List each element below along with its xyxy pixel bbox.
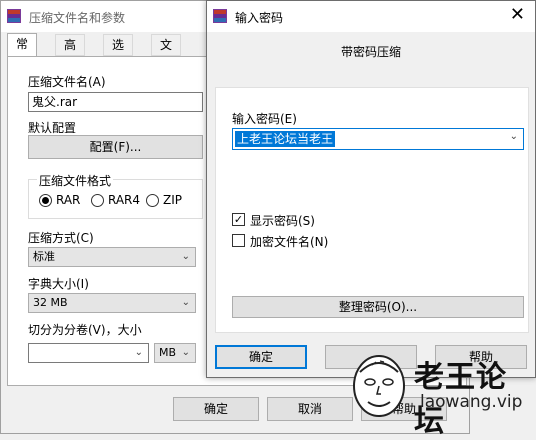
password-label: 输入密码(E) — [232, 112, 297, 126]
watermark-url: laowang.vip — [420, 392, 523, 412]
split-size-input[interactable]: ⌄ — [28, 343, 149, 363]
dialog-title-bar: 输入密码 ✕ — [207, 1, 535, 32]
format-rar4-radio[interactable] — [91, 194, 104, 207]
compression-method-select[interactable]: 标准 ⌄ — [28, 247, 196, 267]
chevron-down-icon: ⌄ — [134, 347, 143, 358]
chevron-down-icon: ⌄ — [181, 347, 190, 358]
format-rar-radio[interactable] — [39, 194, 52, 207]
compression-method-label: 压缩方式(C) — [28, 231, 94, 245]
dictionary-size-select[interactable]: 32 MB ⌄ — [28, 293, 196, 313]
encrypt-names-checkbox[interactable] — [232, 234, 245, 247]
password-panel: 输入密码(E) 上老王论坛当老王 ⌄ ✓ 显示密码(S) 加密文件名(N) 整理… — [215, 87, 529, 333]
dictionary-size-value: 32 MB — [33, 296, 68, 309]
split-unit-value: MB — [159, 346, 177, 359]
winrar-icon — [213, 9, 227, 23]
chevron-down-icon[interactable]: ⌄ — [510, 131, 518, 142]
password-value: 上老王论坛当老王 — [235, 131, 336, 147]
format-zip-label: ZIP — [163, 193, 182, 207]
tab-general[interactable]: 常规 — [7, 33, 38, 72]
winrar-icon — [7, 9, 21, 23]
chevron-down-icon: ⌄ — [181, 251, 190, 262]
split-unit-select[interactable]: MB ⌄ — [154, 343, 196, 363]
cancel-button[interactable]: 取消 — [267, 397, 353, 421]
dialog-subtitle: 带密码压缩 — [340, 45, 401, 59]
profiles-button[interactable]: 配置(F)... — [28, 135, 203, 159]
split-volumes-label: 切分为分卷(V)，大小 — [28, 323, 142, 337]
default-profile-label: 默认配置 — [28, 121, 77, 135]
dialog-title: 输入密码 — [235, 11, 284, 25]
dictionary-size-label: 字典大小(I) — [28, 277, 89, 291]
format-rar4-label: RAR4 — [108, 193, 141, 207]
compression-method-value: 标准 — [33, 250, 55, 263]
tab-options[interactable]: 选项 — [103, 34, 134, 73]
archive-format-group: 压缩文件格式 RAR RAR4 ZIP — [28, 172, 203, 219]
dialog-ok-button[interactable]: 确定 — [215, 345, 307, 369]
tab-advanced[interactable]: 高级 — [55, 34, 86, 73]
archive-name-input[interactable]: 鬼父.rar — [28, 92, 203, 112]
encrypt-names-label: 加密文件名(N) — [250, 235, 329, 249]
archive-name-label: 压缩文件名(A) — [28, 75, 106, 89]
window-title: 压缩文件名和参数 — [29, 11, 126, 25]
archive-format-label: 压缩文件格式 — [37, 172, 114, 189]
old-man-face-icon — [353, 355, 405, 417]
password-input[interactable]: 上老王论坛当老王 ⌄ — [232, 128, 524, 150]
close-icon[interactable]: ✕ — [510, 4, 525, 25]
organize-passwords-button[interactable]: 整理密码(O)... — [232, 296, 524, 318]
format-rar-label: RAR — [56, 193, 81, 207]
show-password-label: 显示密码(S) — [250, 214, 315, 228]
tab-files[interactable]: 文件 — [151, 34, 182, 73]
ok-button[interactable]: 确定 — [173, 397, 259, 421]
show-password-checkbox[interactable]: ✓ — [232, 213, 245, 226]
format-zip-radio[interactable] — [146, 194, 159, 207]
password-dialog: 输入密码 ✕ 带密码压缩 输入密码(E) 上老王论坛当老王 ⌄ ✓ 显示密码(S… — [206, 0, 536, 378]
chevron-down-icon: ⌄ — [181, 297, 190, 308]
